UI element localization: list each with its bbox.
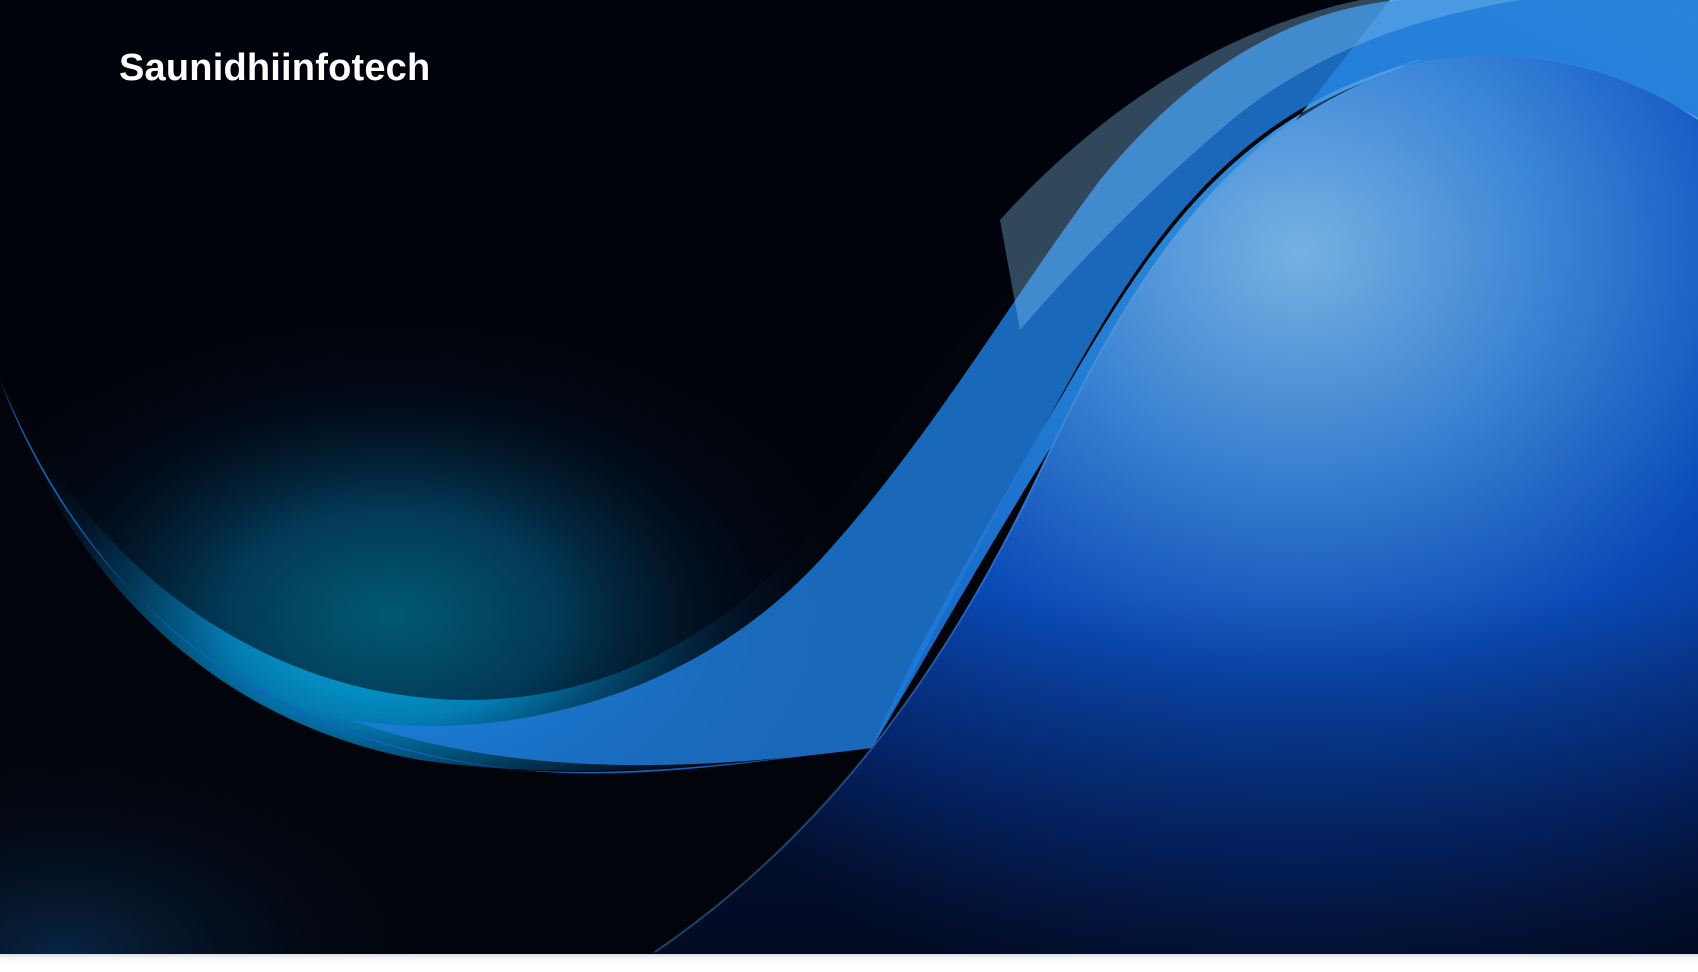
brand-logo-text: Saunidhiinfotech [119,47,431,89]
page-bottom-edge [0,954,1698,972]
abstract-wave-background [0,0,1698,954]
hero-section: Saunidhiinfotech [0,0,1698,954]
